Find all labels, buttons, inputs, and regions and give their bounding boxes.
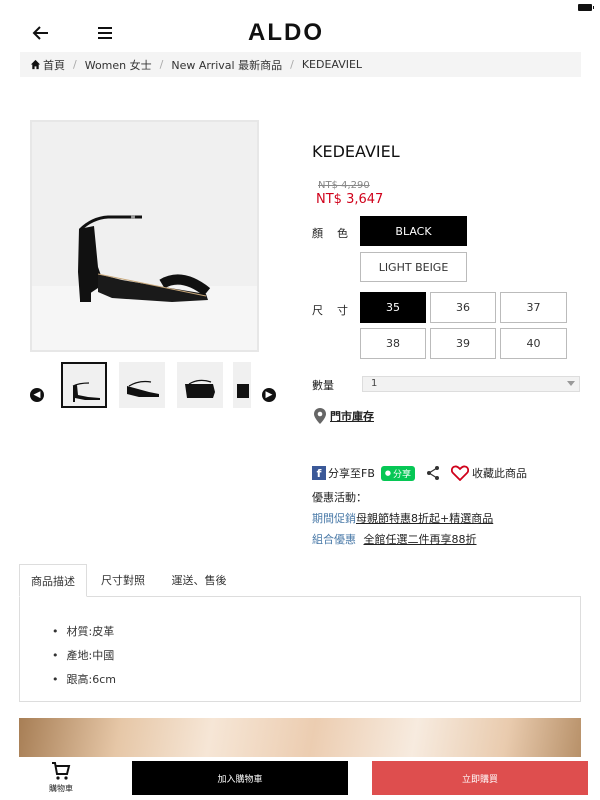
size-option-40[interactable]: 40 — [500, 328, 567, 359]
breadcrumb-separator: / — [290, 58, 294, 71]
size-label: 尺寸 — [312, 304, 362, 317]
share-row: f 分享至FB ● 分享 收藏此商品 — [312, 464, 527, 482]
breadcrumb-item-product: KEDEAVIEL — [301, 58, 363, 71]
breadcrumb-item-women[interactable]: Women 女士 — [85, 57, 152, 73]
sandal-thumb-icon — [185, 379, 215, 398]
chevron-left-icon[interactable]: ◀ — [30, 388, 44, 402]
promotion-link[interactable]: 全館任選二件再享88折 — [364, 533, 477, 546]
original-price: NT$ 4,290 — [318, 180, 370, 191]
shopping-cart-icon — [52, 762, 71, 780]
thumbnail[interactable] — [119, 362, 165, 408]
thumbnail[interactable] — [61, 362, 107, 408]
store-stock-link[interactable]: 門市庫存 — [330, 408, 374, 424]
logo[interactable]: ALDO — [248, 19, 324, 47]
breadcrumb-separator: / — [73, 58, 77, 71]
quantity-value: 1 — [371, 378, 378, 389]
share-fb-button[interactable]: 分享至FB — [328, 465, 375, 481]
spec-item: 產地:中國 — [52, 647, 115, 663]
promotion-item[interactable]: 期間促銷母親節特惠8折起+精選商品 — [312, 510, 493, 526]
promotions-title: 優惠活動： — [312, 491, 367, 504]
size-option-36[interactable]: 36 — [430, 292, 496, 323]
line-share-button[interactable]: ● 分享 — [380, 465, 415, 481]
tab-shipping[interactable]: 運送、售後 — [159, 564, 239, 597]
tab-description[interactable]: 商品描述 — [19, 564, 87, 597]
tab-panel-description: 材質:皮革 產地:中國 跟高:6cm — [19, 596, 581, 702]
heart-icon[interactable] — [451, 465, 469, 481]
line-share-label: 分享 — [392, 469, 411, 480]
size-option-37[interactable]: 37 — [500, 292, 567, 323]
spec-item: 跟高:6cm — [52, 671, 116, 687]
quantity-label: 數量 — [312, 379, 334, 392]
breadcrumb-item-new-arrival[interactable]: New Arrival 最新商品 — [171, 57, 282, 73]
home-icon — [30, 59, 41, 70]
sandal-thumb-icon — [127, 380, 159, 397]
product-main-image[interactable] — [32, 122, 257, 350]
sandal-image — [78, 215, 211, 302]
product-page: ALDO 首頁 / Women 女士 / New Arrival 最新商品 / … — [0, 0, 600, 800]
color-option-black[interactable]: BLACK — [360, 216, 467, 246]
breadcrumb: 首頁 / Women 女士 / New Arrival 最新商品 / KEDEA… — [20, 52, 581, 77]
promotion-tag: 組合優惠 — [312, 533, 356, 546]
menu-button[interactable] — [96, 24, 116, 42]
thumbnail[interactable] — [177, 362, 223, 408]
color-option-light-beige[interactable]: LIGHT BEIGE — [360, 252, 467, 282]
add-to-cart-button[interactable]: 加入購物車 — [132, 761, 348, 795]
back-button[interactable] — [30, 22, 52, 44]
size-option-35[interactable]: 35 — [360, 292, 426, 323]
thumbnail[interactable] — [233, 362, 251, 408]
quantity-select[interactable]: 1 — [362, 376, 580, 392]
breadcrumb-item-home[interactable]: 首頁 — [43, 57, 65, 73]
chevron-down-icon — [567, 381, 575, 386]
promotion-tag: 期間促銷 — [312, 512, 356, 525]
size-option-39[interactable]: 39 — [430, 328, 496, 359]
store-stock[interactable]: 門市庫存 — [314, 408, 374, 424]
sandal-thumb-icon — [72, 382, 100, 402]
sandal-thumb-icon — [237, 384, 249, 398]
share-icon[interactable] — [425, 465, 441, 481]
facebook-icon[interactable]: f — [312, 466, 326, 480]
hamburger-menu-icon — [98, 27, 112, 39]
bottom-action-bar: 購物車 加入購物車 立即購買 — [0, 757, 600, 800]
breadcrumb-separator: / — [159, 58, 164, 71]
line-icon: ● — [384, 469, 391, 477]
cart-label: 購物車 — [49, 784, 73, 793]
promotion-link[interactable]: 母親節特惠8折起+精選商品 — [356, 512, 493, 525]
header: ALDO — [0, 16, 600, 52]
buy-now-button[interactable]: 立即購買 — [372, 761, 588, 795]
arrow-left-icon — [32, 26, 48, 40]
map-pin-icon — [314, 408, 326, 424]
chevron-right-icon[interactable]: ▶ — [262, 388, 276, 402]
spec-item: 材質:皮革 — [52, 623, 115, 639]
product-title: KEDEAVIEL — [312, 142, 400, 161]
status-bar — [0, 0, 600, 14]
battery-icon — [578, 4, 594, 11]
tab-size-chart[interactable]: 尺寸對照 — [87, 564, 159, 597]
promotion-item[interactable]: 組合優惠 全館任選二件再享88折 — [312, 531, 477, 547]
color-label: 顏色 — [312, 227, 362, 240]
tab-bar: 商品描述 尺寸對照 運送、售後 — [19, 564, 581, 597]
size-option-38[interactable]: 38 — [360, 328, 426, 359]
sale-price: NT$ 3,647 — [316, 192, 384, 207]
cart-button[interactable]: 購物車 — [44, 761, 78, 794]
thumbnail-carousel: ◀ ▶ — [30, 360, 280, 412]
favorite-button[interactable]: 收藏此商品 — [472, 465, 527, 481]
